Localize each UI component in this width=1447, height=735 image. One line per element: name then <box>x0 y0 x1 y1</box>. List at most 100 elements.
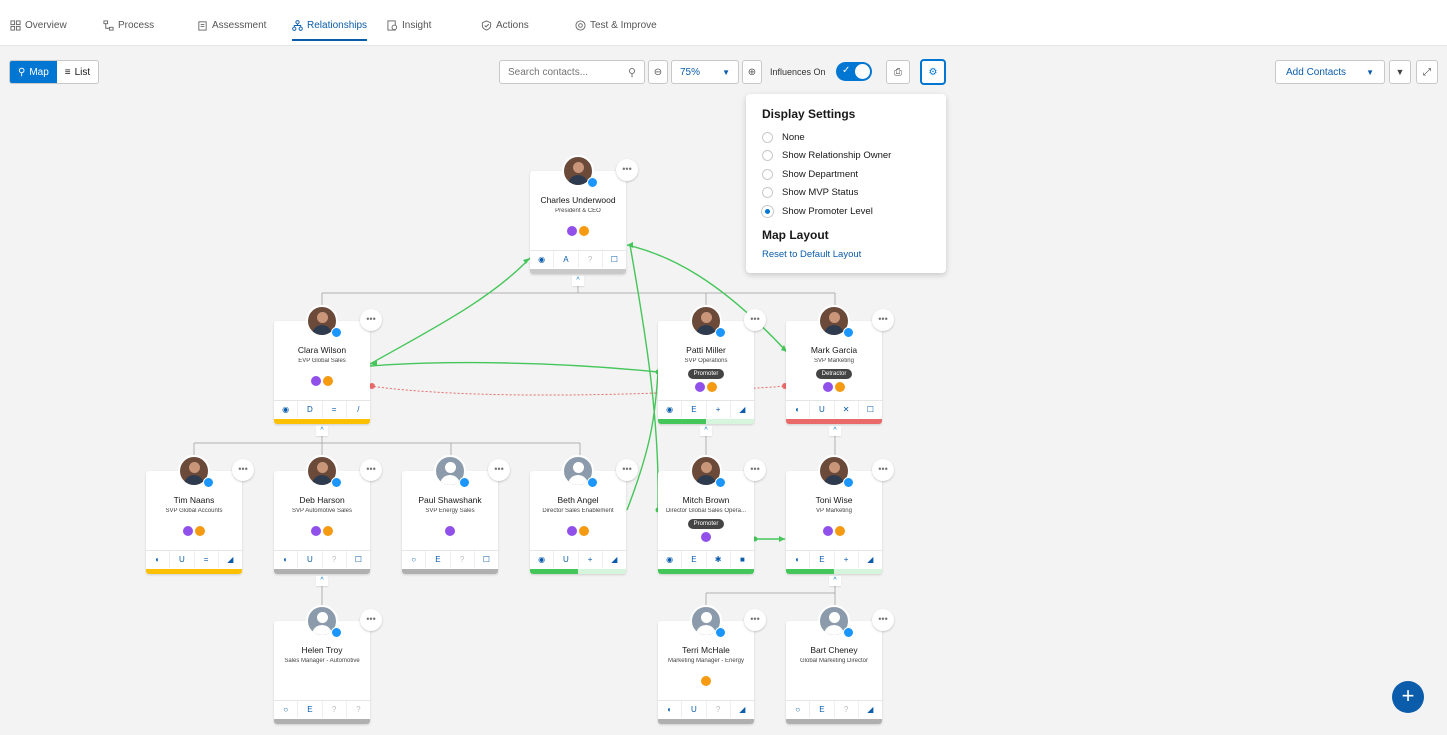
attribute-icon[interactable]: = <box>323 401 347 418</box>
attribute-icon[interactable]: / <box>347 401 370 418</box>
contact-card[interactable]: ••• Paul Shawshank SVP Energy Sales ○ E? ☐ <box>402 455 510 574</box>
more-options-button[interactable]: ••• <box>872 459 894 481</box>
attribute-icon[interactable]: ? <box>323 701 347 718</box>
collapse-chevron[interactable]: ^ <box>316 426 328 436</box>
attribute-icon[interactable]: = <box>195 551 219 568</box>
collapse-chevron[interactable]: ^ <box>829 426 841 436</box>
contact-card[interactable]: ••• Tim Naans SVP Global Accounts ◐ U = ◢ <box>146 455 254 574</box>
attribute-icon[interactable]: ◢ <box>859 551 882 568</box>
radio[interactable] <box>762 150 773 161</box>
more-options-button[interactable]: ••• <box>232 459 254 481</box>
attribute-icon[interactable]: ◐ <box>146 551 171 568</box>
attribute-icon[interactable]: ? <box>707 701 731 718</box>
attribute-icon[interactable]: ◐ <box>658 701 683 718</box>
influences-toggle[interactable]: ✓ <box>836 62 872 81</box>
attribute-icon[interactable]: ? <box>579 251 603 268</box>
attribute-icon[interactable]: E <box>810 701 835 718</box>
attribute-icon[interactable]: D <box>298 401 323 418</box>
attribute-icon[interactable]: ○ <box>402 551 427 568</box>
attribute-icon[interactable]: ○ <box>274 701 299 718</box>
print-button[interactable]: ⎙ <box>886 60 910 84</box>
contact-card[interactable]: ••• Deb Harson SVP Automotive Sales ◐ U? ☐ <box>274 455 382 574</box>
contact-card[interactable]: ••• Beth Angel Director Sales Enablement ◉ U… <box>530 455 638 574</box>
attribute-icon[interactable]: + <box>579 551 603 568</box>
attribute-icon[interactable]: ○ <box>786 701 811 718</box>
contact-card[interactable]: ••• Terri McHale Marketing Manager - Energ… <box>658 605 766 724</box>
attribute-icon[interactable]: ✕ <box>835 401 859 418</box>
collapse-chevron[interactable]: ^ <box>572 276 584 286</box>
attribute-icon[interactable]: ◐ <box>786 551 811 568</box>
attribute-icon[interactable]: ◉ <box>530 251 555 268</box>
more-options-button[interactable]: ••• <box>360 609 382 631</box>
option-promoter-level[interactable]: Show Promoter Level <box>762 206 873 217</box>
attribute-icon[interactable]: E <box>810 551 835 568</box>
attribute-icon[interactable]: ☐ <box>347 551 370 568</box>
attribute-icon[interactable]: U <box>810 401 835 418</box>
attribute-icon[interactable]: + <box>707 401 731 418</box>
attribute-icon[interactable]: ◢ <box>603 551 626 568</box>
zoom-select[interactable]: 75% ▼ <box>671 60 739 84</box>
radio[interactable] <box>762 187 773 198</box>
contact-card[interactable]: ••• Mark Garcia SVP Marketing Detractor ◐ U ✕ ☐ <box>786 305 894 424</box>
attribute-icon[interactable]: ◢ <box>731 701 754 718</box>
display-settings-button[interactable]: ⚙ <box>921 60 945 84</box>
collapse-chevron[interactable]: ^ <box>316 576 328 586</box>
collapse-chevron[interactable]: ^ <box>700 426 712 436</box>
contact-card[interactable]: ••• Mitch Brown Director Global Sales Oper… <box>658 455 766 574</box>
attribute-icon[interactable]: ■ <box>731 551 754 568</box>
attribute-icon[interactable]: ? <box>451 551 475 568</box>
reset-layout-link[interactable]: Reset to Default Layout <box>762 249 861 260</box>
option-department[interactable]: Show Department <box>762 169 858 180</box>
radio[interactable] <box>762 169 773 180</box>
zoom-out-button[interactable]: ⊖ <box>648 60 668 84</box>
search-input[interactable] <box>508 66 628 78</box>
contact-card[interactable]: ••• Helen Troy Sales Manager - Automotive ○… <box>274 605 382 724</box>
attribute-icon[interactable]: ✱ <box>707 551 731 568</box>
list-view-button[interactable]: ≡ List <box>57 61 98 83</box>
attribute-icon[interactable]: E <box>682 551 707 568</box>
attribute-icon[interactable]: U <box>170 551 195 568</box>
attribute-icon[interactable]: U <box>554 551 579 568</box>
attribute-icon[interactable]: U <box>682 701 707 718</box>
attribute-icon[interactable]: ◢ <box>219 551 242 568</box>
zoom-in-button[interactable]: ⊕ <box>742 60 762 84</box>
add-contacts-button[interactable]: Add Contacts ▼ <box>1275 60 1385 84</box>
attribute-icon[interactable]: ◐ <box>274 551 299 568</box>
attribute-icon[interactable]: ◉ <box>274 401 299 418</box>
add-fab-button[interactable]: + <box>1392 681 1424 713</box>
contact-card[interactable]: ••• Bart Cheney Global Marketing Director ○… <box>786 605 894 724</box>
more-options-button[interactable]: ••• <box>744 609 766 631</box>
option-none[interactable]: None <box>762 132 805 143</box>
option-relationship-owner[interactable]: Show Relationship Owner <box>762 150 891 161</box>
more-options-button[interactable]: ••• <box>872 309 894 331</box>
radio[interactable] <box>762 132 773 143</box>
attribute-icon[interactable]: E <box>298 701 323 718</box>
filter-button[interactable]: ▼ <box>1389 60 1411 84</box>
attribute-icon[interactable]: ? <box>347 701 370 718</box>
attribute-icon[interactable]: E <box>682 401 707 418</box>
attribute-icon[interactable]: ◐ <box>786 401 811 418</box>
attribute-icon[interactable]: ? <box>835 701 859 718</box>
more-options-button[interactable]: ••• <box>360 459 382 481</box>
contact-card[interactable]: ••• Patti Miller SVP Operations Promoter ◉ E +… <box>658 305 766 424</box>
attribute-icon[interactable]: A <box>554 251 579 268</box>
attribute-icon[interactable]: ? <box>323 551 347 568</box>
map-view-button[interactable]: ⚲ Map <box>10 61 57 83</box>
more-options-button[interactable]: ••• <box>360 309 382 331</box>
contact-card[interactable]: ••• Toni Wise VP Marketing ◐ E + ◢ <box>786 455 894 574</box>
option-mvp-status[interactable]: Show MVP Status <box>762 187 858 198</box>
more-options-button[interactable]: ••• <box>616 159 638 181</box>
attribute-icon[interactable]: ☐ <box>475 551 498 568</box>
attribute-icon[interactable]: + <box>835 551 859 568</box>
attribute-icon[interactable]: U <box>298 551 323 568</box>
attribute-icon[interactable]: ◉ <box>658 401 683 418</box>
more-options-button[interactable]: ••• <box>744 309 766 331</box>
attribute-icon[interactable]: ◢ <box>731 401 754 418</box>
attribute-icon[interactable]: ☐ <box>603 251 626 268</box>
attribute-icon[interactable]: ◉ <box>658 551 683 568</box>
attribute-icon[interactable]: ☐ <box>859 401 882 418</box>
more-options-button[interactable]: ••• <box>616 459 638 481</box>
more-options-button[interactable]: ••• <box>872 609 894 631</box>
contact-card[interactable]: ••• Charles Underwood President & CEO ◉ A? ☐ <box>530 155 638 274</box>
more-options-button[interactable]: ••• <box>488 459 510 481</box>
